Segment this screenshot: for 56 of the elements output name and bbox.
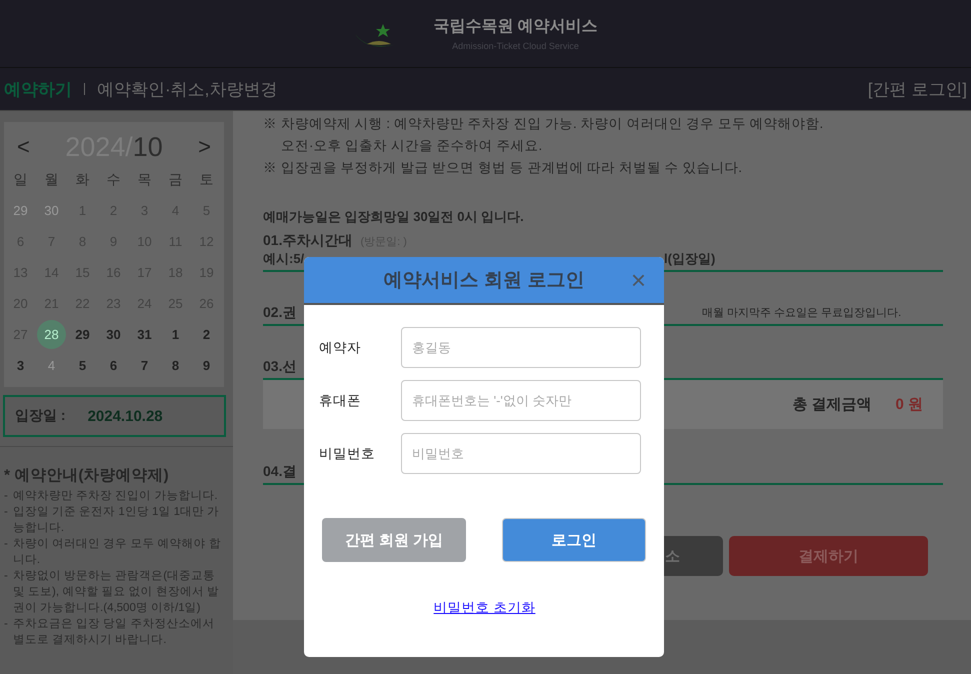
weekday-label: 금 — [168, 170, 184, 188]
nav-tab[interactable]: 예약확인·취소,차량변경 — [97, 78, 278, 100]
calendar-day[interactable]: 30 — [99, 320, 128, 349]
calendar-day[interactable]: 28 — [37, 320, 66, 349]
password-reset-link[interactable]: 비밀번호 초기화 — [434, 599, 536, 617]
calendar-day[interactable]: 9 — [192, 351, 221, 380]
calendar-day[interactable]: 3 — [6, 351, 35, 380]
weekday-label: 목 — [136, 170, 152, 188]
calendar-day[interactable]: 31 — [130, 320, 159, 349]
example-text: l(입장일) — [664, 250, 716, 268]
login-button[interactable]: 로그인 — [502, 518, 646, 562]
list-marker: - — [4, 505, 8, 520]
section-title: 03.선 — [263, 358, 298, 376]
section-title: 02.권 — [263, 304, 298, 322]
section-title: 04.결 — [263, 463, 298, 481]
total-label: 총 결제금액 — [792, 395, 872, 414]
weekday-label: 토 — [198, 170, 214, 188]
close-button[interactable]: × — [626, 265, 650, 296]
entry-date-value: 2024.10.28 — [88, 408, 163, 424]
site-title: 국립수목원 예약서비스 — [433, 17, 598, 37]
notice-text: ※ 차량예약제 시행 : 예약차량만 주차장 진입 가능. 차량이 여러대인 경우 모두 예약해야함. — [263, 115, 824, 133]
weekday-label: 수 — [106, 170, 122, 188]
list-marker: - — [4, 569, 8, 584]
calendar-day[interactable]: 7 — [130, 351, 159, 380]
input-field[interactable]: 홍길동 — [401, 327, 641, 368]
input-field[interactable]: 휴대폰번호는 '-'없이 숫자만 — [401, 380, 641, 421]
field-label: 예약자 — [319, 338, 362, 356]
list-marker: - — [4, 537, 8, 552]
calendar-day[interactable]: 8 — [161, 351, 190, 380]
calendar-day[interactable]: 1 — [161, 320, 190, 349]
free-entry-note: 매월 마지막주 수요일은 무료입장입니다. — [701, 306, 902, 321]
sale-note: 예매가능일은 입장희망일 30일전 0시 입니다. — [263, 208, 525, 226]
login-link[interactable]: [간편 로그인] — [868, 78, 967, 100]
list-marker: - — [4, 617, 8, 632]
notice-text: ※ 입장권을 부정하게 발급 받으면 형법 등 관계법에 따라 처벌될 수 있습니다. — [263, 159, 744, 177]
dialog-title: 예약서비스 회원 로그인 — [384, 269, 584, 293]
notice-text: 오전·오후 입출차 시간을 준수하여 주세요. — [280, 137, 544, 155]
calendar-day[interactable]: 2 — [192, 320, 221, 349]
weekday-label: 월 — [44, 170, 60, 188]
entry-date-label: 입장일 : — [15, 407, 66, 425]
calendar-day[interactable]: 6 — [99, 351, 128, 380]
calendar-day[interactable]: 29 — [68, 320, 97, 349]
total-amount: 0 원 — [895, 395, 923, 414]
weekday-label: 화 — [74, 170, 90, 188]
field-label: 비밀번호 — [319, 444, 376, 462]
input-field[interactable]: 비밀번호 — [401, 433, 641, 474]
previous-month-button[interactable]: < — [13, 134, 34, 160]
list-marker: - — [4, 489, 8, 504]
next-month-button[interactable]: > — [194, 134, 215, 160]
signup-button[interactable]: 간편 회원 가입 — [322, 518, 466, 562]
section-title: 01.주차시간대 — [263, 232, 352, 250]
weekday-label: 일 — [12, 170, 28, 188]
field-label: 휴대폰 — [319, 392, 362, 410]
calendar-day[interactable]: 5 — [68, 351, 97, 380]
nav-tab[interactable]: 예약하기 — [4, 78, 72, 100]
example-text: 예시:5/ — [263, 250, 304, 268]
